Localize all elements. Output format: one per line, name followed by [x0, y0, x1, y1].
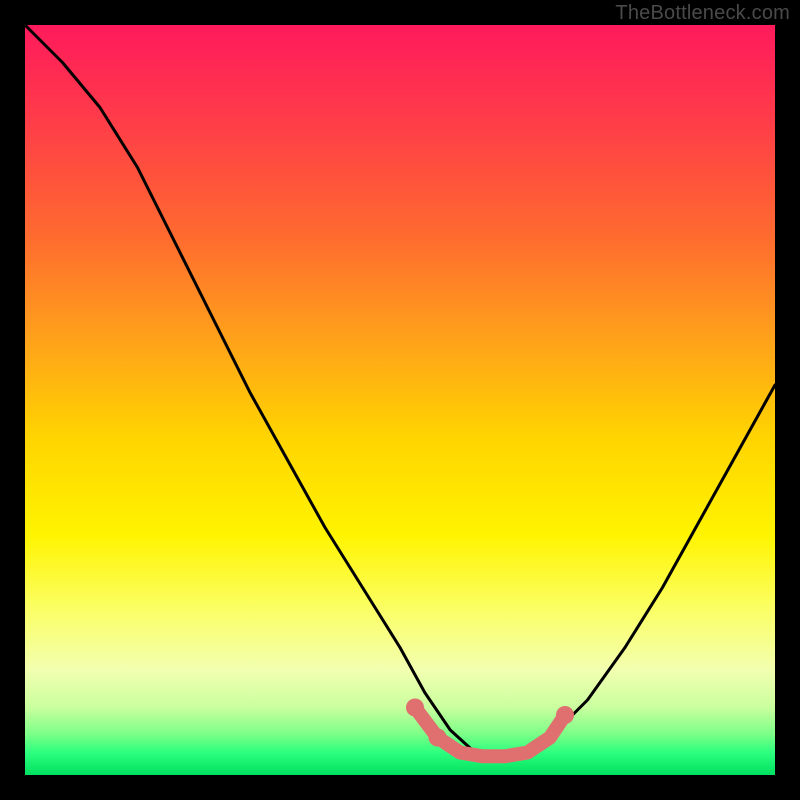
marker-0 [406, 699, 424, 717]
marker-2 [556, 706, 574, 724]
marker-1 [429, 729, 447, 747]
series-curve-black [25, 25, 775, 756]
plot-area [25, 25, 775, 775]
chart-frame: TheBottleneck.com [0, 0, 800, 800]
watermark-label: TheBottleneck.com [615, 2, 790, 25]
series-layer [25, 25, 775, 756]
chart-svg [25, 25, 775, 775]
